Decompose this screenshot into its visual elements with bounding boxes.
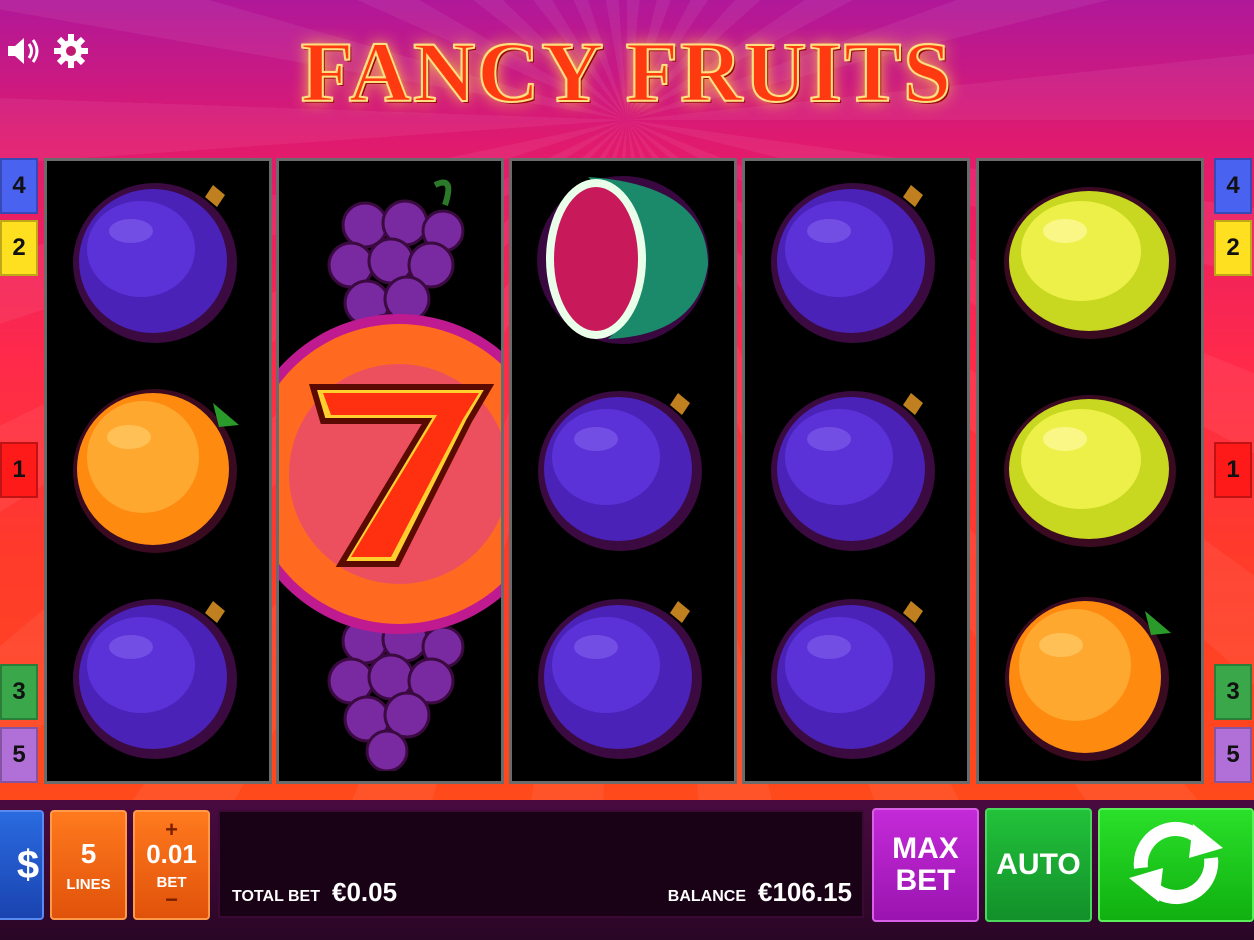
paytable-button[interactable]: $ xyxy=(0,810,44,920)
auto-label: AUTO xyxy=(996,848,1081,881)
payline-left-5[interactable]: 5 xyxy=(0,727,38,783)
bet-minus-icon[interactable]: − xyxy=(165,889,178,911)
bet-plus-icon[interactable]: + xyxy=(165,819,178,841)
seven-symbol xyxy=(279,309,501,639)
payline-left-2[interactable]: 2 xyxy=(0,220,38,276)
spin-button[interactable] xyxy=(1098,808,1254,922)
plum-symbol xyxy=(47,165,269,365)
payline-right-1[interactable]: 1 xyxy=(1214,442,1252,498)
plum-symbol xyxy=(745,581,967,781)
info-panel: TOTAL BET €0.05 BALANCE €106.15 xyxy=(218,810,864,918)
payline-right-4[interactable]: 4 xyxy=(1214,158,1252,214)
watermelon-symbol xyxy=(512,165,734,365)
total-bet-value: €0.05 xyxy=(332,877,398,907)
reel-3 xyxy=(509,158,737,784)
lines-value: 5 xyxy=(80,837,97,869)
orange-symbol xyxy=(47,373,269,573)
plum-symbol xyxy=(745,373,967,573)
payline-right-5[interactable]: 5 xyxy=(1214,727,1252,783)
payline-left-3[interactable]: 3 xyxy=(0,664,38,720)
game-title: FANCY FRUITS xyxy=(300,23,954,121)
lemon-symbol xyxy=(979,373,1201,573)
reel-1 xyxy=(44,158,272,784)
reel-5 xyxy=(976,158,1204,784)
max-bet-label-1: MAX xyxy=(892,832,959,865)
orange-symbol xyxy=(979,581,1201,781)
payline-left-4[interactable]: 4 xyxy=(0,158,38,214)
reel-2 xyxy=(276,158,504,784)
max-bet-button[interactable]: MAX BET xyxy=(872,808,979,922)
plum-symbol xyxy=(745,165,967,365)
plum-symbol xyxy=(47,581,269,781)
payline-right-2[interactable]: 2 xyxy=(1214,220,1252,276)
plum-symbol xyxy=(512,581,734,781)
payline-left-1[interactable]: 1 xyxy=(0,442,38,498)
payline-right-3[interactable]: 3 xyxy=(1214,664,1252,720)
total-bet-label: TOTAL BET xyxy=(232,888,320,905)
lemon-symbol xyxy=(979,165,1201,365)
balance-label: BALANCE xyxy=(667,888,747,905)
auto-button[interactable]: AUTO xyxy=(985,808,1092,922)
plum-symbol xyxy=(512,373,734,573)
bet-value: 0.01 xyxy=(146,839,197,869)
dollar-icon: $ xyxy=(16,842,40,887)
balance-value: €106.15 xyxy=(758,877,852,907)
lines-label: LINES xyxy=(66,875,111,893)
lines-button[interactable]: 5 LINES xyxy=(50,810,127,920)
spin-arrows-icon xyxy=(1121,818,1231,913)
reel-4 xyxy=(742,158,970,784)
bet-button[interactable]: + 0.01 BET − xyxy=(133,810,210,920)
max-bet-label-2: BET xyxy=(895,864,956,897)
